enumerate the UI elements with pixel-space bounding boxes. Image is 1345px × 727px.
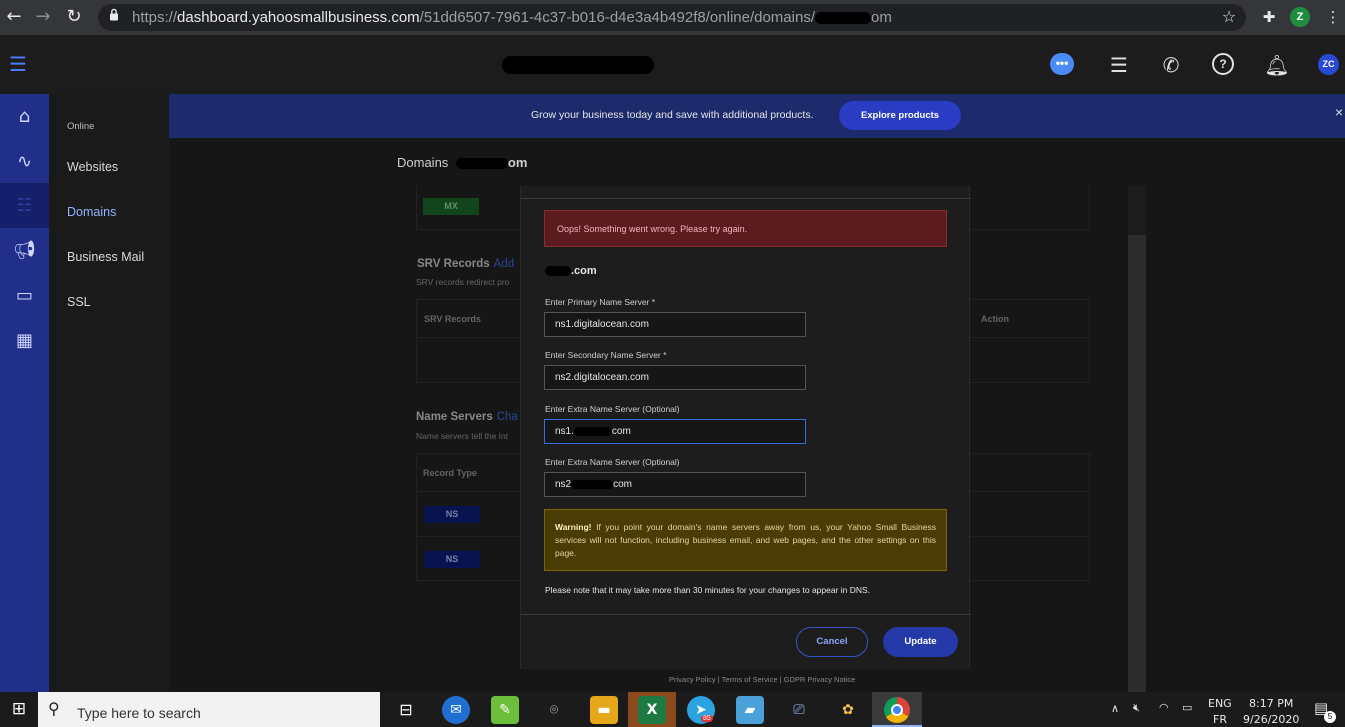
banner-text: Grow your business today and save with a… xyxy=(531,109,814,121)
redacted-domain xyxy=(815,12,871,25)
url-host: dashboard.yahoosmallbusiness.com xyxy=(177,9,420,26)
sidebar-heading: Online xyxy=(67,121,95,132)
language-bottom[interactable]: FR xyxy=(1213,713,1227,726)
promo-banner: Grow your business today and save with a… xyxy=(169,94,1345,138)
forward-icon[interactable]: → xyxy=(31,6,55,28)
primary-ns-label: Enter Primary Name Server * xyxy=(545,297,656,307)
menu-dots-icon[interactable]: ⋮ xyxy=(1321,6,1345,28)
extra-ns-1-input[interactable]: ns1. com xyxy=(544,419,806,444)
excel-icon[interactable]: X xyxy=(638,696,666,724)
taskbar: ⊞ ⚲ Type here to search ⊟ ✉ ✎ ⌾ ▬ X ➤ 85… xyxy=(0,692,1345,727)
close-banner-icon[interactable]: × xyxy=(1335,104,1343,120)
sidebar: Online Websites Domains Business Mail SS… xyxy=(49,94,169,692)
paint-icon[interactable]: ✿ xyxy=(834,696,862,724)
task-view-icon[interactable]: ⊟ xyxy=(392,696,420,724)
lock-icon xyxy=(109,8,119,21)
sidebar-item-business-mail[interactable]: Business Mail xyxy=(67,250,144,264)
profile-avatar[interactable]: Z xyxy=(1290,7,1310,27)
warning-label: Warning! xyxy=(555,522,592,532)
name-server-dialog: Oops! Something went wrong. Please try a… xyxy=(520,186,971,669)
redacted-domain xyxy=(545,266,571,277)
briefcase-icon[interactable]: ▭ xyxy=(0,273,49,318)
sidebar-item-websites[interactable]: Websites xyxy=(67,160,118,174)
reload-icon[interactable]: ↻ xyxy=(62,6,86,28)
list-icon[interactable]: ☰ xyxy=(1106,52,1132,78)
file-explorer-icon[interactable]: ▬ xyxy=(590,696,618,724)
extra-ns-1-label: Enter Extra Name Server (Optional) xyxy=(545,404,680,414)
redacted-domain xyxy=(571,479,614,489)
extra-ns-2-prefix: ns2 xyxy=(555,479,572,490)
page-title: Domains om xyxy=(397,155,527,170)
dns-propagation-note: Please note that it may take more than 3… xyxy=(545,585,871,595)
online-icon[interactable]: ☷ xyxy=(0,183,49,228)
extensions-icon[interactable]: ✚ xyxy=(1257,6,1281,28)
extra-ns-2-input[interactable]: ns2 com xyxy=(544,472,806,497)
app-header: ☰ xyxy=(0,35,1345,94)
clock-date[interactable]: 9/26/2020 xyxy=(1243,713,1299,726)
divider xyxy=(521,198,971,199)
camera-icon[interactable]: ⌾ xyxy=(540,696,568,724)
language-top[interactable]: ENG xyxy=(1208,697,1232,710)
warning-alert: Warning! If you point your domain's name… xyxy=(544,509,947,571)
redacted-business-name xyxy=(502,56,654,74)
help-icon[interactable]: ? xyxy=(1212,53,1234,75)
battery-icon[interactable]: ▭ xyxy=(1182,701,1192,714)
page-title-label: Domains xyxy=(397,155,449,170)
sidebar-item-domains[interactable]: Domains xyxy=(67,205,116,219)
explore-products-button[interactable]: Explore products xyxy=(839,101,961,130)
chrome-icon[interactable] xyxy=(884,697,910,723)
volume-muted-icon[interactable]: 🔇︎ xyxy=(1133,701,1140,715)
analytics-icon[interactable]: ∿ xyxy=(0,139,49,184)
show-hidden-icons-icon[interactable]: ∧ xyxy=(1111,702,1119,715)
search-icon: ⚲ xyxy=(48,699,60,718)
extra-ns-1-prefix: ns1. xyxy=(555,426,574,437)
cancel-button[interactable]: Cancel xyxy=(796,627,868,657)
user-avatar[interactable]: ZC xyxy=(1318,54,1339,75)
telegram-badge: 85 xyxy=(701,715,713,722)
notepad-icon[interactable]: ✎ xyxy=(491,696,519,724)
extra-ns-1-suffix: com xyxy=(611,426,631,437)
network-app-icon[interactable]: ⎚ xyxy=(785,696,813,724)
dialog-domain-title: .com xyxy=(545,265,597,277)
star-icon[interactable]: ☆ xyxy=(1217,6,1241,28)
url-path: /51dd6507-7961-4c37-b016-d4e3a4b492f8/on… xyxy=(419,9,815,26)
bell-icon[interactable]: 🔔︎ xyxy=(1264,52,1290,78)
clock-time[interactable]: 8:17 PM xyxy=(1249,697,1293,710)
hamburger-icon[interactable]: ☰ xyxy=(6,52,30,76)
domain-tail: .com xyxy=(571,265,597,277)
error-alert: Oops! Something went wrong. Please try a… xyxy=(544,210,947,247)
redacted-domain xyxy=(455,158,508,170)
url-tail: om xyxy=(871,9,892,26)
url-scheme: https:// xyxy=(132,9,178,26)
extra-ns-2-label: Enter Extra Name Server (Optional) xyxy=(545,457,680,467)
search-placeholder: Type here to search xyxy=(77,705,201,721)
secondary-ns-label: Enter Secondary Name Server * xyxy=(545,350,667,360)
calculator-icon[interactable]: ▦ xyxy=(0,318,49,363)
phone-icon[interactable]: ✆ xyxy=(1158,52,1184,78)
update-button[interactable]: Update xyxy=(883,627,958,657)
megaphone-icon[interactable]: 📢︎ xyxy=(0,228,49,273)
divider xyxy=(521,614,971,615)
home-icon[interactable]: ⌂ xyxy=(0,94,49,139)
footer-links[interactable]: Privacy Policy | Terms of Service | GDPR… xyxy=(669,675,855,684)
notes-icon[interactable]: ▰ xyxy=(736,696,764,724)
primary-ns-input[interactable]: ns1.digitalocean.com xyxy=(544,312,806,337)
browser-toolbar: ← → ↻ https://dashboard.yahoosmallbusine… xyxy=(0,0,1345,35)
icon-rail: ⌂ ∿ ☷ 📢︎ ▭ ▦ xyxy=(0,94,49,692)
windows-start-icon[interactable]: ⊞ xyxy=(0,692,38,727)
extra-ns-2-suffix: com xyxy=(613,479,633,490)
sidebar-item-ssl[interactable]: SSL xyxy=(67,295,91,309)
back-icon[interactable]: ← xyxy=(2,6,26,28)
taskbar-search[interactable]: ⚲ Type here to search xyxy=(38,692,380,727)
redacted-domain xyxy=(573,426,612,436)
notification-count: 5 xyxy=(1324,711,1336,723)
chat-icon[interactable]: ••• xyxy=(1050,53,1074,75)
messenger-icon[interactable]: ✉ xyxy=(442,696,470,724)
warning-text: If you point your domain's name servers … xyxy=(555,522,936,558)
page-title-domain-tail: om xyxy=(507,155,528,170)
secondary-ns-input[interactable]: ns2.digitalocean.com xyxy=(544,365,806,390)
url-text: https://dashboard.yahoosmallbusiness.com… xyxy=(132,9,892,26)
wifi-icon[interactable]: ◠ xyxy=(1159,701,1169,714)
